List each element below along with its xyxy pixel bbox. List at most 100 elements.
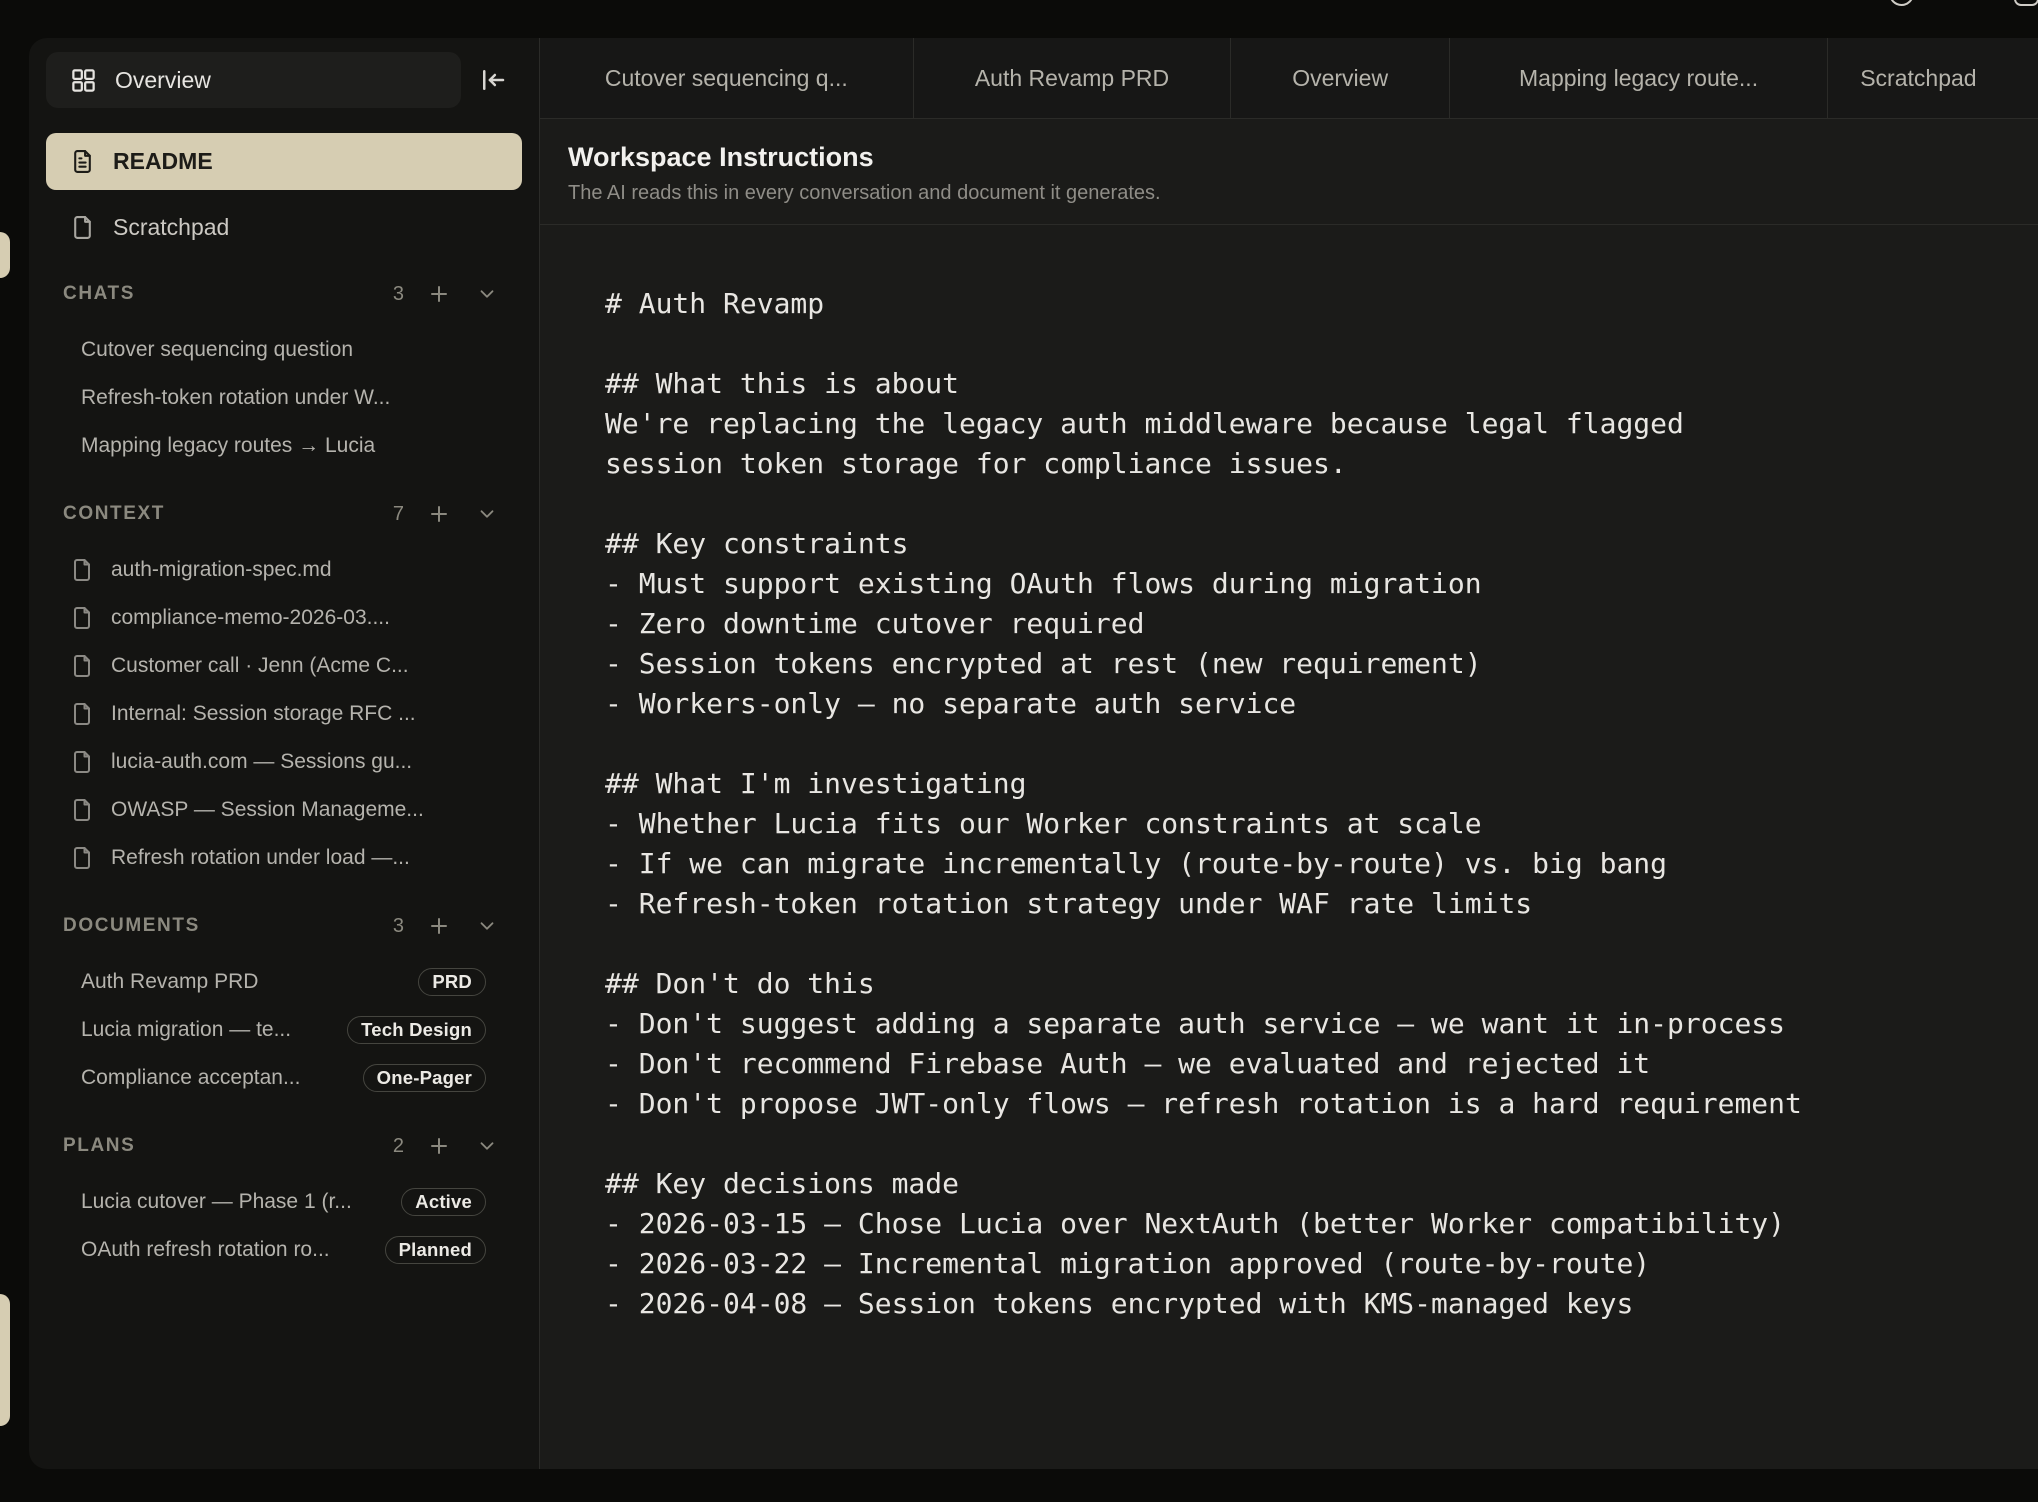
partial-square-icon[interactable] bbox=[2014, 0, 2038, 6]
sidebar-topbar: Overview bbox=[46, 52, 522, 108]
section-title: PLANS bbox=[63, 1135, 135, 1157]
context-list: auth-migration-spec.md compliance-memo-2… bbox=[46, 546, 522, 882]
section-title: CHATS bbox=[63, 283, 135, 305]
collapse-context-button[interactable] bbox=[474, 501, 500, 527]
partial-circle-icon[interactable] bbox=[1889, 0, 1914, 6]
file-icon bbox=[70, 846, 94, 870]
tab-cutover-sequencing[interactable]: Cutover sequencing q... bbox=[540, 38, 914, 118]
tab-label: Auth Revamp PRD bbox=[975, 65, 1169, 92]
context-item[interactable]: OWASP — Session Manageme... bbox=[46, 786, 522, 834]
context-item[interactable]: lucia-auth.com — Sessions gu... bbox=[46, 738, 522, 786]
tab-overview[interactable]: Overview bbox=[1231, 38, 1450, 118]
readme-label: README bbox=[113, 148, 213, 175]
section-count: 2 bbox=[393, 1135, 404, 1158]
context-item-label: auth-migration-spec.md bbox=[111, 558, 486, 582]
file-icon bbox=[70, 750, 94, 774]
scratchpad-label: Scratchpad bbox=[113, 214, 229, 241]
context-item-label: OWASP — Session Manageme... bbox=[111, 798, 486, 822]
context-item-label: Internal: Session storage RFC ... bbox=[111, 702, 486, 726]
collapse-left-icon bbox=[478, 65, 508, 95]
section-header-plans: PLANS 2 bbox=[46, 1132, 522, 1160]
section-header-chats: CHATS 3 bbox=[46, 280, 522, 308]
page-title: Workspace Instructions bbox=[568, 142, 2038, 173]
add-plan-button[interactable] bbox=[426, 1133, 452, 1159]
chevron-down-icon bbox=[476, 915, 498, 937]
plan-item-label: OAuth refresh rotation ro... bbox=[81, 1238, 385, 1262]
file-text-icon bbox=[70, 149, 95, 174]
context-item[interactable]: Internal: Session storage RFC ... bbox=[46, 690, 522, 738]
sidebar-collapse-button[interactable] bbox=[472, 59, 514, 101]
chat-item[interactable]: Mapping legacy routes → Lucia bbox=[46, 422, 522, 470]
add-document-button[interactable] bbox=[426, 913, 452, 939]
documents-list: Auth Revamp PRD PRD Lucia migration — te… bbox=[46, 958, 522, 1102]
document-item-label: Auth Revamp PRD bbox=[81, 970, 418, 994]
chat-item-label: Cutover sequencing question bbox=[81, 338, 486, 362]
plans-list: Lucia cutover — Phase 1 (r... Active OAu… bbox=[46, 1178, 522, 1274]
tab-mapping-legacy-routes[interactable]: Mapping legacy route... bbox=[1450, 38, 1828, 118]
plus-icon bbox=[427, 914, 451, 938]
workspace-instructions-content[interactable]: # Auth Revamp ## What this is about We'r… bbox=[540, 225, 2038, 1324]
document-header: Workspace Instructions The AI reads this… bbox=[540, 119, 2038, 225]
section-title: DOCUMENTS bbox=[63, 915, 200, 937]
context-item[interactable]: compliance-memo-2026-03.... bbox=[46, 594, 522, 642]
document-item-label: Lucia migration — te... bbox=[81, 1018, 347, 1042]
document-item-label: Compliance acceptan... bbox=[81, 1066, 363, 1090]
section-title: CONTEXT bbox=[63, 503, 165, 525]
chat-item[interactable]: Refresh-token rotation under W... bbox=[46, 374, 522, 422]
plus-icon bbox=[427, 282, 451, 306]
tab-label: Mapping legacy route... bbox=[1519, 65, 1758, 92]
section-header-documents: DOCUMENTS 3 bbox=[46, 912, 522, 940]
document-item[interactable]: Auth Revamp PRD PRD bbox=[46, 958, 522, 1006]
plan-item[interactable]: Lucia cutover — Phase 1 (r... Active bbox=[46, 1178, 522, 1226]
document-type-badge: One-Pager bbox=[363, 1064, 486, 1092]
edge-handle-bottom[interactable] bbox=[0, 1294, 10, 1426]
plus-icon bbox=[427, 502, 451, 526]
context-item-label: Customer call · Jenn (Acme C... bbox=[111, 654, 486, 678]
tab-auth-revamp-prd[interactable]: Auth Revamp PRD bbox=[914, 38, 1232, 118]
context-item-label: Refresh rotation under load —... bbox=[111, 846, 486, 870]
layout-grid-icon bbox=[70, 67, 97, 94]
plan-item[interactable]: OAuth refresh rotation ro... Planned bbox=[46, 1226, 522, 1274]
add-chat-button[interactable] bbox=[426, 281, 452, 307]
sidebar: Overview README Scratchpad CHATS 3 Cu bbox=[29, 38, 539, 1469]
sidebar-item-readme[interactable]: README bbox=[46, 133, 522, 190]
collapse-chats-button[interactable] bbox=[474, 281, 500, 307]
tab-label: Cutover sequencing q... bbox=[605, 65, 848, 92]
tab-scratchpad[interactable]: Scratchpad bbox=[1828, 38, 2038, 118]
chat-item-label: Refresh-token rotation under W... bbox=[81, 386, 486, 410]
document-item[interactable]: Lucia migration — te... Tech Design bbox=[46, 1006, 522, 1054]
chat-item[interactable]: Cutover sequencing question bbox=[46, 326, 522, 374]
plus-icon bbox=[427, 1134, 451, 1158]
section-header-context: CONTEXT 7 bbox=[46, 500, 522, 528]
chats-list: Cutover sequencing question Refresh-toke… bbox=[46, 326, 522, 470]
document-type-badge: Tech Design bbox=[347, 1016, 486, 1044]
file-icon bbox=[70, 558, 94, 582]
sidebar-item-scratchpad[interactable]: Scratchpad bbox=[46, 205, 522, 250]
context-item[interactable]: auth-migration-spec.md bbox=[46, 546, 522, 594]
collapse-documents-button[interactable] bbox=[474, 913, 500, 939]
document-item[interactable]: Compliance acceptan... One-Pager bbox=[46, 1054, 522, 1102]
plan-status-badge: Planned bbox=[385, 1236, 486, 1264]
plan-item-label: Lucia cutover — Phase 1 (r... bbox=[81, 1190, 401, 1214]
chat-item-label: Mapping legacy routes → Lucia bbox=[81, 434, 486, 458]
chevron-down-icon bbox=[476, 503, 498, 525]
context-item[interactable]: Customer call · Jenn (Acme C... bbox=[46, 642, 522, 690]
file-icon bbox=[70, 702, 94, 726]
context-item[interactable]: Refresh rotation under load —... bbox=[46, 834, 522, 882]
overview-button[interactable]: Overview bbox=[46, 52, 461, 108]
edge-handle-top[interactable] bbox=[0, 232, 10, 278]
page-subtitle: The AI reads this in every conversation … bbox=[568, 182, 2038, 205]
file-icon bbox=[70, 215, 95, 240]
context-item-label: lucia-auth.com — Sessions gu... bbox=[111, 750, 486, 774]
context-item-label: compliance-memo-2026-03.... bbox=[111, 606, 486, 630]
main-area: Cutover sequencing q... Auth Revamp PRD … bbox=[539, 38, 2038, 1469]
file-icon bbox=[70, 798, 94, 822]
tab-label: Scratchpad bbox=[1860, 65, 1976, 92]
file-icon bbox=[70, 606, 94, 630]
section-count: 3 bbox=[393, 915, 404, 938]
document-type-badge: PRD bbox=[418, 968, 486, 996]
collapse-plans-button[interactable] bbox=[474, 1133, 500, 1159]
overview-label: Overview bbox=[115, 67, 211, 94]
chevron-down-icon bbox=[476, 1135, 498, 1157]
add-context-button[interactable] bbox=[426, 501, 452, 527]
